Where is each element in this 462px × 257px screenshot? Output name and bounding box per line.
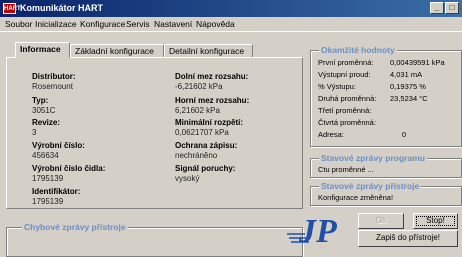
info-label: Minimální rozpětí: bbox=[175, 118, 243, 127]
title-bar: HART Komunikátor HART _ □ bbox=[0, 0, 462, 17]
info-value: Rosemount bbox=[32, 82, 73, 91]
info-value: -6,21602 kPa bbox=[175, 82, 223, 91]
menu-servis[interactable]: Servis bbox=[126, 19, 150, 29]
info-label: Revize: bbox=[32, 118, 61, 127]
info-label: Signál poruchy: bbox=[175, 164, 236, 173]
program-status-text: Ctu proměnné ... bbox=[318, 165, 374, 174]
logo-text: JP bbox=[298, 213, 337, 246]
stop-button[interactable]: Stop! bbox=[413, 213, 458, 229]
instant-values-title: Okamžité hodnoty bbox=[319, 45, 397, 55]
ok-button[interactable]: Ok bbox=[358, 213, 404, 229]
tab-informace[interactable]: Informace bbox=[15, 42, 70, 58]
info-label: Horní mez rozsahu: bbox=[175, 96, 250, 105]
info-value: 1795139 bbox=[32, 174, 64, 183]
window-title: Komunikátor HART bbox=[20, 3, 103, 13]
value-label: První proměnná: bbox=[318, 58, 374, 67]
info-label: Typ: bbox=[32, 96, 49, 105]
info-value: 1795139 bbox=[32, 197, 64, 206]
write-to-device-button[interactable]: Zapiš do přístroje! bbox=[358, 230, 458, 247]
device-messages-title: Chybové zprávy přístroje bbox=[22, 222, 128, 232]
value-label: % Výstupu: bbox=[318, 82, 356, 91]
menu-napoveda[interactable]: Nápověda bbox=[196, 19, 235, 29]
value-readout: 23,5234 °C bbox=[390, 94, 428, 103]
tab-detailni-konfigurace[interactable]: Detailní konfigurace bbox=[164, 44, 253, 58]
device-status-title: Stavové zprávy přístroje bbox=[319, 181, 422, 191]
info-label: Distributor: bbox=[32, 72, 76, 81]
value-label: Třetí proměnná: bbox=[318, 106, 372, 115]
minimize-button[interactable]: _ bbox=[430, 2, 444, 14]
value-label: Čtvrtá proměnná: bbox=[318, 118, 376, 127]
maximize-button[interactable]: □ bbox=[445, 2, 459, 14]
info-label: Identifikátor: bbox=[32, 187, 81, 196]
info-label: Dolní mez rozsahu: bbox=[175, 72, 249, 81]
company-logo: JP bbox=[285, 210, 355, 250]
tab-zakladni-konfigurace[interactable]: Základní konfigurace bbox=[70, 44, 164, 58]
value-readout: 0,00439591 kPa bbox=[390, 58, 445, 67]
app-icon: HART bbox=[3, 3, 21, 14]
info-value: 6,21602 kPa bbox=[175, 106, 220, 115]
info-value: vysoký bbox=[175, 174, 200, 183]
value-label: Druhá proměnná: bbox=[318, 94, 377, 103]
value-readout: 0,19375 % bbox=[390, 82, 426, 91]
info-value: 3 bbox=[32, 128, 37, 137]
menu-nastaveni[interactable]: Nastavení bbox=[154, 19, 192, 29]
value-readout: 0 bbox=[402, 130, 407, 139]
info-value: nechráněno bbox=[175, 151, 218, 160]
value-label: Výstupní proud: bbox=[318, 70, 371, 79]
info-label: Ochrana zápisu: bbox=[175, 141, 238, 150]
info-label: Výrobní číslo čidla: bbox=[32, 164, 106, 173]
menu-soubor[interactable]: Soubor bbox=[5, 19, 32, 29]
menu-bar: Soubor Inicializace Konfigurace Servis N… bbox=[0, 17, 462, 32]
info-label: Výrobní číslo: bbox=[32, 141, 85, 150]
menu-inicializace[interactable]: Inicializace bbox=[35, 19, 77, 29]
device-status-text: Konfigurace změněna! bbox=[318, 193, 394, 202]
value-label: Adresa: bbox=[318, 130, 344, 139]
program-status-title: Stavové zprávy programu bbox=[319, 153, 427, 163]
info-value: 0,0621707 kPa bbox=[175, 128, 229, 137]
menu-konfigurace[interactable]: Konfigurace bbox=[80, 19, 125, 29]
value-readout: 4,031 mA bbox=[390, 70, 423, 79]
info-value: 456634 bbox=[32, 151, 59, 160]
info-value: 3051C bbox=[32, 106, 56, 115]
